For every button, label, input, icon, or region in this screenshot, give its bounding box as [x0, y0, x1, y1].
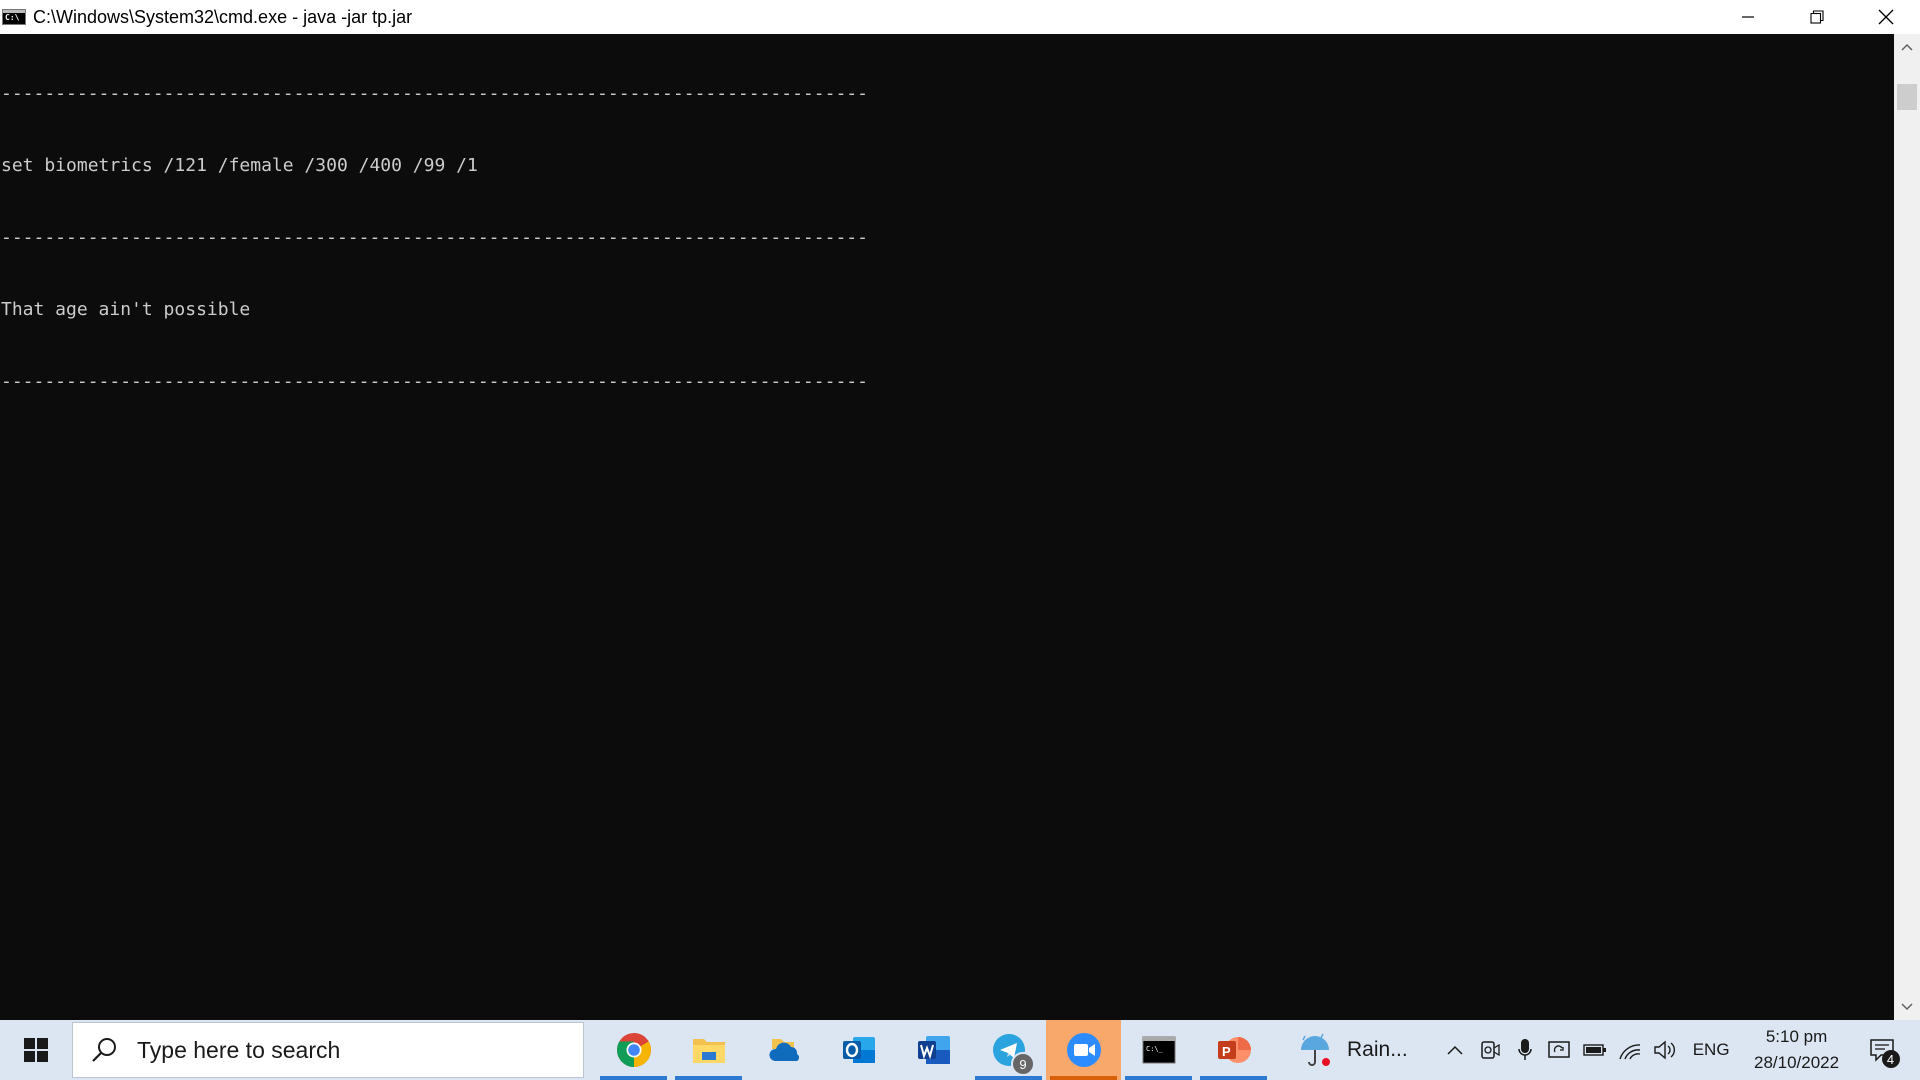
weather-widget[interactable]: Rain...	[1295, 1020, 1408, 1080]
notification-count: 4	[1881, 1050, 1900, 1068]
close-button[interactable]	[1851, 0, 1920, 34]
battery-icon	[1583, 1044, 1607, 1056]
scroll-down-button[interactable]	[1894, 994, 1920, 1020]
console-line: ----------------------------------------…	[1, 83, 868, 104]
system-tray: ENG 5:10 pm 28/10/2022 4	[1438, 1020, 1912, 1080]
cmd-app-icon[interactable]: C:\	[2, 9, 26, 25]
title-bar[interactable]: C:\ C:\Windows\System32\cmd.exe - java -…	[0, 0, 1920, 34]
chevron-down-icon	[1901, 1003, 1913, 1011]
taskbar: Type here to search 9 C:\_ P Rain... ENG…	[0, 1020, 1920, 1080]
rain-umbrella-icon	[1301, 1033, 1330, 1066]
app-icon-text: C:\	[5, 13, 20, 22]
weather-label: Rain...	[1347, 1038, 1408, 1061]
scroll-thumb[interactable]	[1897, 84, 1917, 110]
chevron-up-icon	[1447, 1045, 1463, 1055]
wifi-icon	[1619, 1044, 1641, 1060]
microphone-icon	[1518, 1039, 1532, 1060]
camera-icon	[1481, 1041, 1500, 1059]
taskbar-app-zoom[interactable]	[1046, 1020, 1121, 1080]
restore-button[interactable]	[1782, 0, 1851, 34]
outlook-icon	[842, 1037, 875, 1063]
taskbar-app-word[interactable]	[896, 1020, 971, 1080]
tray-wifi[interactable]	[1613, 1020, 1648, 1080]
start-button[interactable]	[0, 1020, 72, 1080]
zoom-icon	[1066, 1033, 1101, 1067]
pinned-apps: 9 C:\_ P	[596, 1020, 1271, 1080]
console-area[interactable]: ----------------------------------------…	[0, 34, 1894, 1020]
chrome-icon	[616, 1033, 651, 1067]
tray-battery[interactable]	[1578, 1020, 1613, 1080]
taskbar-app-onedrive[interactable]	[746, 1020, 821, 1080]
windows-logo-icon	[24, 1038, 48, 1062]
close-icon	[1878, 9, 1893, 25]
notification-center-button[interactable]: 4	[1852, 1020, 1912, 1080]
console-line: That age ain't possible	[1, 299, 251, 320]
powerpoint-icon: P	[1217, 1037, 1251, 1063]
taskbar-app-chrome[interactable]	[596, 1020, 671, 1080]
console-line: set biometrics /121 /female /300 /400 /9…	[1, 155, 478, 176]
show-hidden-icons-button[interactable]	[1438, 1020, 1473, 1080]
taskbar-app-outlook[interactable]	[821, 1020, 896, 1080]
scroll-up-button[interactable]	[1894, 34, 1920, 60]
restore-icon	[1809, 10, 1824, 24]
console-line: ----------------------------------------…	[1, 371, 868, 392]
minimize-icon	[1741, 16, 1754, 18]
onedrive-icon	[768, 1039, 799, 1061]
language-indicator[interactable]: ENG	[1693, 1040, 1730, 1060]
search-box[interactable]: Type here to search	[72, 1022, 584, 1078]
tray-microphone[interactable]	[1508, 1020, 1543, 1080]
console-line: ----------------------------------------…	[1, 227, 868, 248]
volume-icon	[1654, 1040, 1676, 1060]
svg-text:C:\_: C:\_	[1146, 1045, 1164, 1053]
clock-date: 28/10/2022	[1754, 1053, 1840, 1072]
clock[interactable]: 5:10 pm 28/10/2022	[1742, 1020, 1852, 1080]
minimize-button[interactable]	[1713, 0, 1782, 34]
console-output: ----------------------------------------…	[0, 34, 1894, 442]
cmd-icon: C:\_	[1142, 1036, 1175, 1064]
taskbar-app-cmd[interactable]: C:\_	[1121, 1020, 1196, 1080]
tray-camera[interactable]	[1473, 1020, 1508, 1080]
window-controls	[1713, 0, 1920, 34]
vertical-scrollbar[interactable]	[1894, 34, 1920, 1020]
search-icon	[92, 1038, 116, 1062]
chevron-up-icon	[1901, 43, 1913, 51]
tray-sync[interactable]	[1543, 1020, 1578, 1080]
taskbar-app-telegram[interactable]: 9	[971, 1020, 1046, 1080]
search-placeholder: Type here to search	[137, 1036, 341, 1063]
taskbar-app-file-explorer[interactable]	[671, 1020, 746, 1080]
window-title: C:\Windows\System32\cmd.exe - java -jar …	[33, 6, 413, 27]
clock-time: 5:10 pm	[1765, 1027, 1828, 1046]
tray-volume[interactable]	[1648, 1020, 1683, 1080]
taskbar-app-powerpoint[interactable]: P	[1196, 1020, 1271, 1080]
word-icon	[917, 1036, 950, 1064]
svg-text:P: P	[1222, 1044, 1231, 1059]
telegram-badge: 9	[1011, 1052, 1035, 1076]
sync-icon	[1548, 1041, 1570, 1058]
file-explorer-icon	[692, 1039, 725, 1063]
